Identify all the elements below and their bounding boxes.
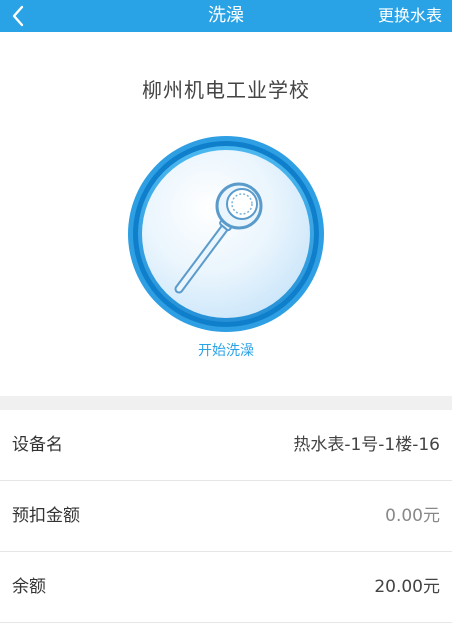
school-name: 柳州机电工业学校 [142, 78, 310, 102]
back-button[interactable] [6, 2, 30, 30]
prededuct-amount-label: 预扣金额 [12, 506, 80, 526]
device-name-value: 热水表-1号-1楼-16 [293, 435, 440, 455]
shower-head-icon [128, 136, 324, 332]
chevron-left-icon [12, 5, 24, 27]
start-shower-button[interactable] [127, 135, 325, 333]
shower-card: 柳州机电工业学校 开始洗澡 [0, 32, 452, 396]
device-name-label: 设备名 [12, 435, 63, 455]
list-item-device: 设备名 热水表-1号-1楼-16 [0, 410, 452, 481]
balance-value: 20.00元 [374, 577, 440, 597]
balance-label: 余额 [12, 577, 46, 597]
change-meter-button[interactable]: 更换水表 [378, 0, 442, 32]
detail-list: 设备名 热水表-1号-1楼-16 预扣金额 0.00元 余额 20.00元 [0, 410, 452, 623]
prededuct-amount-value: 0.00元 [385, 506, 440, 526]
start-shower-label[interactable]: 开始洗澡 [0, 340, 452, 360]
top-navbar: 洗澡 更换水表 [0, 0, 452, 32]
list-item-prededuct: 预扣金额 0.00元 [0, 481, 452, 552]
list-item-balance: 余额 20.00元 [0, 552, 452, 623]
